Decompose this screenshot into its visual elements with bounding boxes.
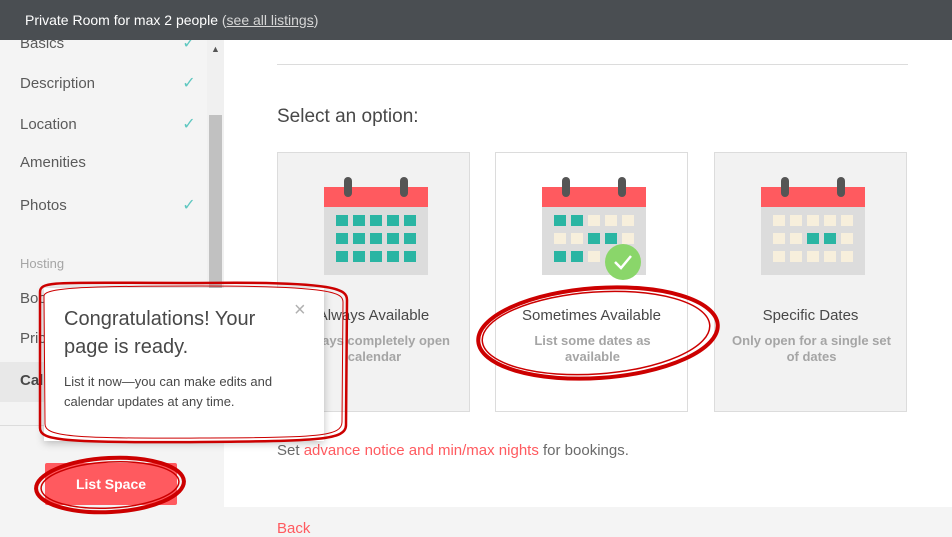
list-space-button[interactable]: List Space (45, 463, 177, 505)
popover-body: List it now—you can make edits and calen… (64, 374, 273, 409)
check-icon: ✓ (182, 116, 196, 133)
option-description: Only open for a single set of dates (732, 333, 891, 364)
congrats-popover: Congratulations! Your page is ready. × L… (44, 288, 324, 441)
divider (277, 64, 908, 65)
option-title: Sometimes Available (522, 307, 661, 324)
sidebar-item-label: Description (20, 74, 96, 92)
select-option-heading: Select an option: (277, 106, 419, 127)
sidebar-item-amenities[interactable]: Amenities (20, 154, 200, 171)
listing-title: Private Room for max 2 people (25, 12, 218, 28)
sidebar-item-description[interactable]: Description ✓ (20, 73, 200, 93)
sidebar-item-basics[interactable]: Basics ✓ (20, 40, 200, 53)
calendar-icon (761, 177, 865, 275)
sidebar-item-label: Pric (20, 330, 46, 347)
footer-strip: Back (224, 507, 952, 537)
notice-prefix: Set (277, 442, 300, 459)
option-title: Specific Dates (762, 307, 859, 324)
close-icon[interactable]: × (294, 300, 306, 320)
option-card-specific-dates[interactable]: Specific Dates Only open for a single se… (714, 152, 907, 412)
sidebar-item-location[interactable]: Location ✓ (20, 114, 200, 134)
advance-notice-link[interactable]: advance notice and min/max nights (304, 442, 539, 459)
main-content: Select an option: Always Available Alway… (224, 40, 952, 507)
calendar-icon (324, 177, 428, 275)
check-icon (605, 244, 641, 280)
booking-notice: Set advance notice and min/max nights fo… (277, 442, 629, 459)
sidebar-item-label: Amenities (20, 154, 86, 171)
check-icon: ✓ (182, 40, 196, 52)
sidebar-item-photos[interactable]: Photos ✓ (20, 195, 200, 215)
check-icon: ✓ (182, 75, 196, 92)
top-bar: Private Room for max 2 people (see all l… (0, 0, 952, 40)
back-link[interactable]: Back (277, 520, 310, 537)
option-card-sometimes-available[interactable]: Sometimes Available List some dates as a… (495, 152, 688, 412)
sidebar-item-label: Boo (20, 290, 47, 307)
scroll-up-arrow-icon[interactable]: ▲ (207, 42, 224, 56)
notice-suffix: for bookings. (543, 442, 629, 459)
sidebar-item-label: Photos (20, 196, 67, 214)
sidebar-item-label: Basics (20, 40, 65, 52)
sidebar-item-label: Location (20, 115, 77, 133)
option-description: List some dates as available (534, 333, 651, 364)
check-icon: ✓ (182, 197, 196, 214)
see-all-listings-link[interactable]: see all listings (227, 12, 314, 28)
sidebar-heading-hosting: Hosting (20, 256, 65, 271)
sidebar-item-label: Cal (20, 372, 44, 389)
popover-title: Congratulations! Your page is ready. (64, 308, 256, 358)
